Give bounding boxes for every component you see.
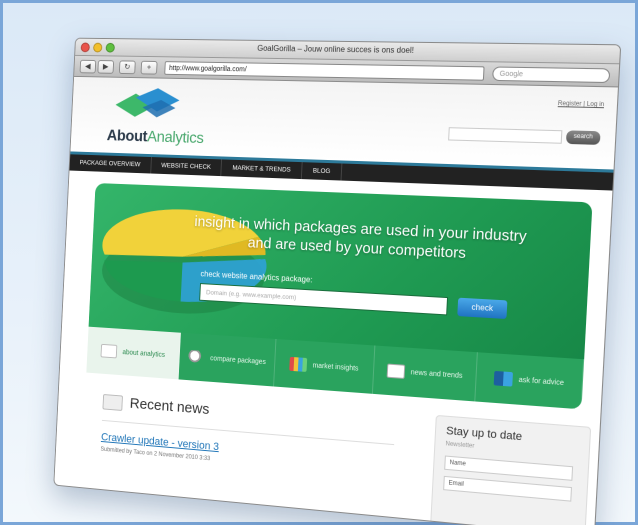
newspaper-icon (386, 364, 405, 379)
newsletter-title: Stay up to date (446, 425, 523, 443)
recent-news-heading: Recent news (102, 393, 209, 418)
newsletter-subtitle: Newsletter (445, 441, 474, 449)
tab-label: ask for advice (518, 375, 564, 387)
window-title: GoalGorilla – Jouw online succes is ons … (75, 42, 620, 58)
tab-compare-packages[interactable]: compare packages (179, 333, 277, 387)
brand-light: Analytics (147, 129, 204, 147)
check-button[interactable]: check (457, 298, 507, 319)
newspaper-icon (102, 394, 123, 411)
tab-news-trends[interactable]: news and trends (373, 346, 478, 402)
tab-label: about analytics (122, 348, 165, 360)
newsletter-box: Stay up to date Newsletter Name Email (430, 415, 591, 525)
tab-label: market insights (312, 361, 358, 373)
back-button[interactable]: ◀ (80, 60, 97, 74)
bar-chart-icon (289, 357, 307, 372)
nav-item-website-check[interactable]: WEBSITE CHECK (151, 157, 223, 176)
magnifier-icon (188, 350, 205, 365)
tab-about-analytics[interactable]: about analytics (86, 327, 181, 380)
brand-wordmark[interactable]: AboutAnalytics (106, 128, 204, 148)
forward-button[interactable]: ▶ (97, 60, 114, 74)
screenshot-frame: GoalGorilla – Jouw online succes is ons … (0, 0, 638, 525)
browser-scene: GoalGorilla – Jouw online succes is ons … (53, 38, 621, 525)
tab-label: compare packages (210, 354, 266, 367)
nav-item-blog[interactable]: BLOG (302, 162, 343, 180)
nav-item-market-trends[interactable]: MARKET & TRENDS (222, 159, 303, 179)
main-content: Recent news Crawler update - version 3 S… (72, 383, 581, 525)
tab-ask-advice[interactable]: ask for advice (475, 352, 584, 409)
site-search-button[interactable]: search (566, 130, 601, 145)
document-icon (101, 344, 118, 359)
people-icon (494, 371, 513, 387)
address-bar[interactable]: http://www.goalgorilla.com/ (164, 61, 484, 81)
register-login-link[interactable]: Register | Log in (558, 101, 605, 108)
site-search-input[interactable] (448, 127, 562, 144)
tab-label: news and trends (410, 368, 462, 381)
brand-bold: About (106, 128, 147, 146)
tab-market-insights[interactable]: market insights (274, 339, 375, 394)
email-field[interactable]: Email (443, 476, 572, 502)
add-bookmark-button[interactable]: + (141, 61, 158, 75)
nav-item-package-overview[interactable]: PACKAGE OVERVIEW (70, 154, 152, 173)
browser-window: GoalGorilla – Jouw online succes is ons … (53, 38, 621, 525)
logo-icon (115, 87, 180, 123)
browser-search-input[interactable]: Google (492, 66, 610, 83)
recent-news-title: Recent news (129, 395, 209, 418)
reload-button[interactable]: ↻ (119, 60, 136, 74)
